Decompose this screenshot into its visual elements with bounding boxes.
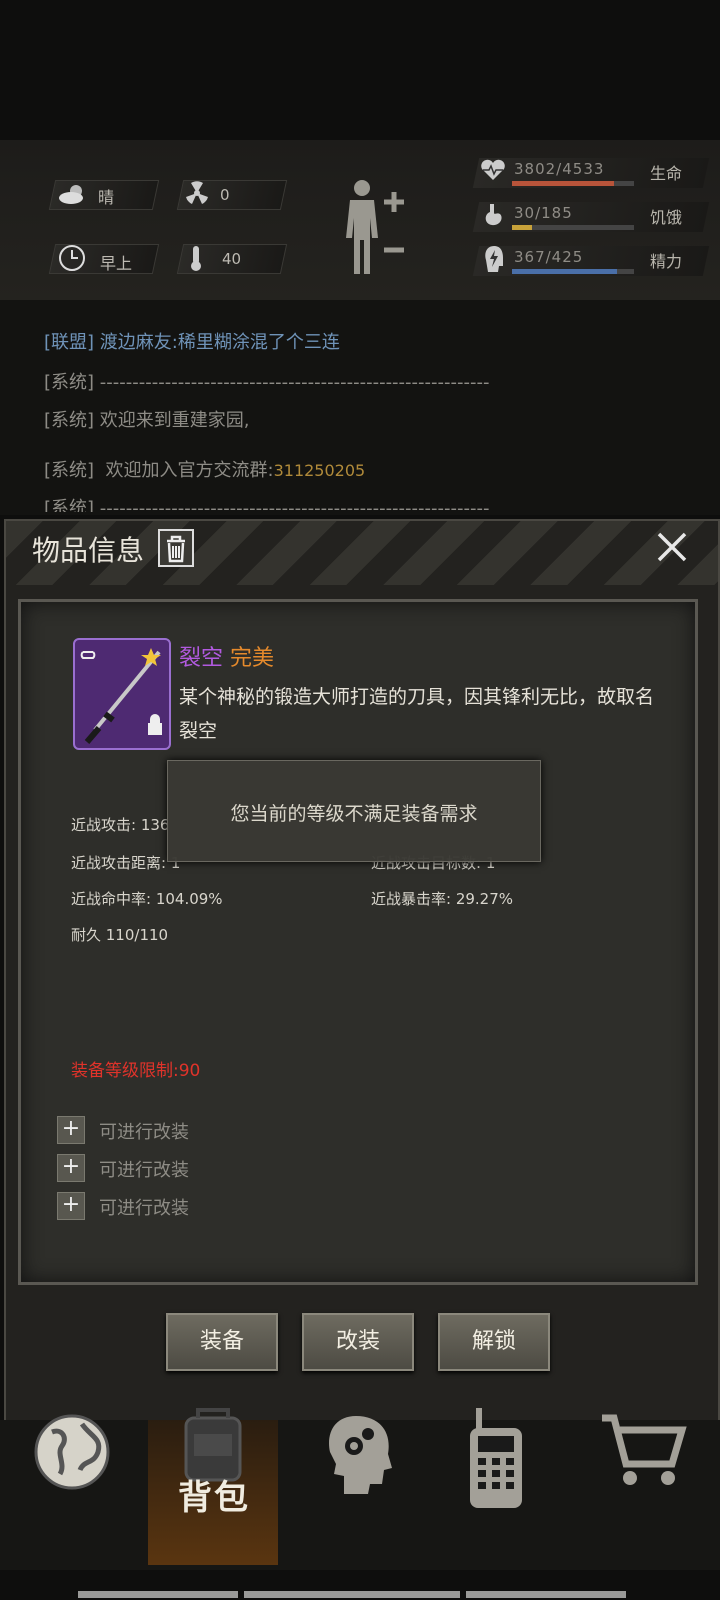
time-text: 早上 [100,254,133,273]
nav-handle[interactable] [78,1591,238,1598]
modify-button[interactable]: 改装 [302,1313,414,1371]
item-name: 裂空 [179,646,224,671]
hunger-value: 30/185 [514,204,573,222]
item-icon-frame[interactable] [73,638,171,750]
temperature-value: 40 [222,250,242,268]
nav-world[interactable] [0,1414,140,1565]
warning-toast: 您当前的等级不满足装备需求 [167,760,541,862]
nav-skills[interactable] [300,1416,440,1565]
equip-button[interactable]: 装备 [166,1313,278,1371]
status-panel: 晴 0 早上 40 3802/4533 生命 30/185 饥饿 367/425… [0,140,720,302]
plus-icon: + [57,1192,85,1220]
health-label: 生命 [650,164,683,183]
backpack-label: 背包 [178,1478,250,1518]
chat-line: [联盟] 渡边麻友:稀里糊涂混了个三连 [44,332,340,353]
item-quality: 完美 [230,646,275,671]
heart-icon [481,159,505,180]
hunger-label: 饥饿 [650,208,683,227]
system-nav-bar [0,1585,720,1600]
group-number: 311250205 [273,461,366,480]
globe-icon [34,1414,110,1490]
chat-line: [系统] -----------------------------------… [44,372,490,393]
stat-melee-crit: 近战暴击率: 29.27% [371,890,514,908]
chat-line: [系统] 欢迎来到重建家园, [44,410,250,431]
trash-icon [167,535,185,563]
thermometer-icon [191,246,201,271]
nav-shop[interactable] [580,1414,720,1565]
cart-icon [602,1414,687,1485]
stat-melee-range: 近战攻击距离: 1 [71,854,181,872]
body-status-icon[interactable] [340,178,410,278]
item-name-row: 裂空 完美 [179,640,274,672]
energy-value: 367/425 [514,248,584,266]
dialog-title: 物品信息 [32,534,145,567]
energy-label: 精力 [650,252,683,271]
health-bar [512,181,634,186]
item-description: 某个神秘的锻造大师打造的刀具，因其锋利无比，故取名 [179,686,655,708]
health-value: 3802/4533 [514,160,605,178]
radio-icon [470,1408,522,1508]
cloud-sun-icon [59,185,83,204]
weather-text: 晴 [98,188,115,207]
clock-icon [59,245,85,271]
stat-melee-hit: 近战命中率: 104.09% [71,890,223,908]
toast-text: 您当前的等级不满足装备需求 [230,803,478,825]
item-info-dialog: 物品信息 裂空 完美 某个神秘的锻造大师打造的刀具，因其锋利无比，故取名 裂空 … [4,519,720,1423]
unlock-button[interactable]: 解锁 [438,1313,550,1371]
stomach-icon [485,204,502,226]
chat-log[interactable]: [联盟] 渡边麻友:稀里糊涂混了个三连 [系统] ---------------… [0,300,720,515]
hunger-bar [512,225,634,230]
close-icon[interactable] [654,529,690,565]
nav-backpack[interactable]: 背包 [148,1408,278,1565]
bottom-nav: 背包 [0,1408,720,1570]
plus-icon: + [57,1116,85,1144]
sword-icon [80,648,162,744]
chat-line: [系统] 欢迎加入官方交流群:311250205 [44,460,366,481]
trash-button[interactable] [158,529,194,567]
nav-handle[interactable] [244,1591,460,1598]
level-limit: 装备等级限制:90 [71,1061,201,1081]
chat-line: [系统] -----------------------------------… [44,498,490,512]
head-gear-icon [329,1416,392,1494]
nav-handle[interactable] [466,1591,626,1598]
radiation-icon [186,181,208,204]
item-detail-panel: 裂空 完美 某个神秘的锻造大师打造的刀具，因其锋利无比，故取名 裂空 近战攻击:… [18,599,698,1285]
energy-bar [512,269,634,274]
plus-icon: + [57,1154,85,1182]
radiation-value: 0 [220,186,230,204]
stat-durability: 耐久 110/110 [71,926,169,944]
stat-melee-attack: 近战攻击: 136 [71,816,170,834]
item-description-2: 裂空 [179,720,218,742]
nav-radio[interactable] [440,1408,580,1565]
energy-head-icon [485,246,503,272]
